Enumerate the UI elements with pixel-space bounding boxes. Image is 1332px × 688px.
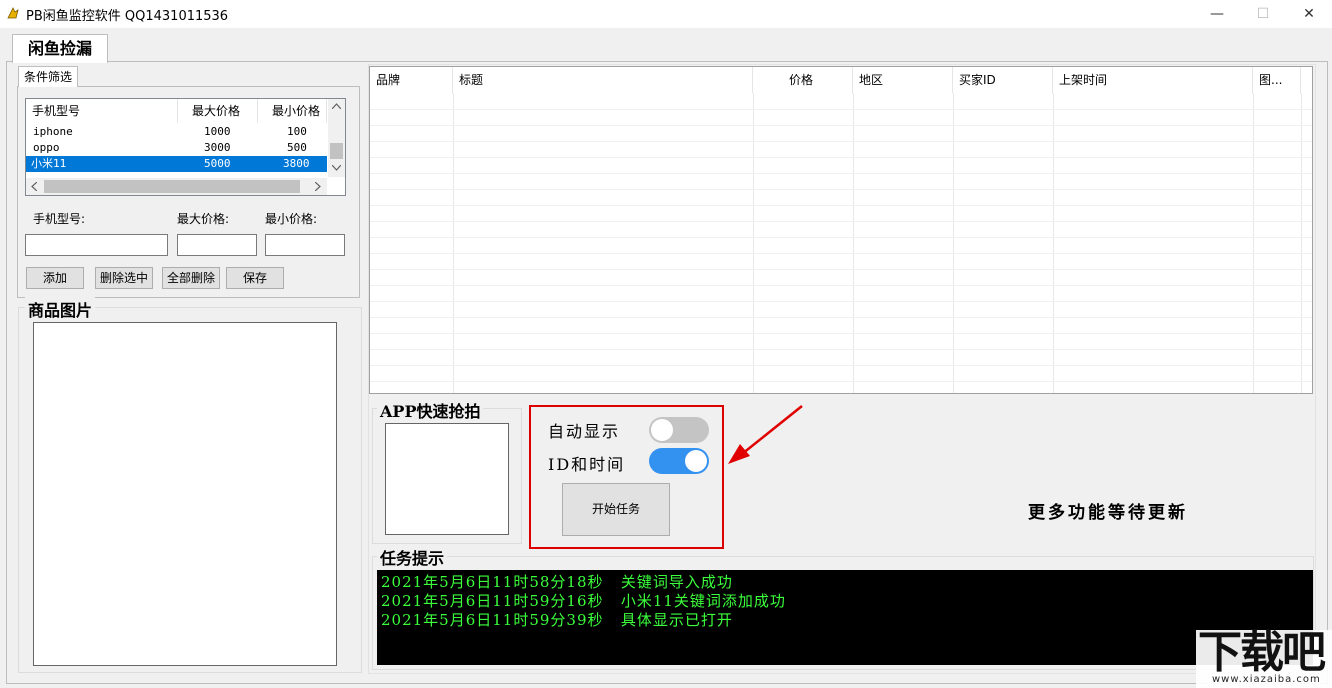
grid-row-line [370, 269, 1312, 270]
app-quick-title: APP快速抢拍 [377, 398, 484, 422]
maximize-button[interactable]: ☐ [1240, 0, 1286, 28]
product-image-box [33, 322, 337, 666]
grid-row-line [370, 157, 1312, 158]
close-button[interactable]: ✕ [1286, 0, 1332, 28]
grid-row-line [370, 109, 1312, 110]
grid-row-line [370, 189, 1312, 190]
results-table[interactable]: 品牌 标题 价格 地区 买家ID 上架时间 图... [369, 66, 1313, 394]
grid-column-line [753, 93, 754, 393]
watermark-url: www.xiazaiba.com [1212, 674, 1321, 685]
scroll-right-icon[interactable] [315, 182, 321, 191]
task-log: 2021年5月6日11时58分18秒 关键词导入成功 2021年5月6日11时5… [377, 570, 1313, 665]
grid-row-line [370, 381, 1312, 382]
list-header-model[interactable]: 手机型号 [26, 99, 178, 123]
list-cell-max: 3000 [204, 141, 231, 154]
list-cell-max: 5000 [204, 157, 231, 170]
max-price-label: 最大价格: [177, 212, 230, 226]
scroll-left-icon[interactable] [31, 182, 37, 191]
column-header-brand[interactable]: 品牌 [370, 67, 453, 93]
start-task-button[interactable]: 开始任务 [562, 483, 670, 536]
max-price-input[interactable] [177, 234, 257, 256]
grid-row-line [370, 317, 1312, 318]
grid-row-line [370, 205, 1312, 206]
grid-column-line [853, 93, 854, 393]
list-item[interactable]: oppo 3000 500 [26, 140, 327, 156]
toggle-knob [685, 450, 707, 472]
more-features-text: 更多功能等待更新 [1028, 503, 1188, 523]
horizontal-scroll-thumb[interactable] [44, 180, 300, 193]
log-line: 2021年5月6日11时59分16秒 小米11关键词添加成功 [381, 592, 786, 610]
list-cell-model: 小米11 [31, 157, 67, 170]
grid-column-line [1301, 93, 1302, 393]
list-cell-model: iphone [33, 125, 73, 138]
vertical-scroll-thumb[interactable] [330, 143, 343, 159]
column-header-image[interactable]: 图... [1253, 67, 1301, 93]
list-header-max[interactable]: 最大价格 [178, 99, 258, 123]
auto-display-toggle[interactable] [649, 417, 709, 443]
grid-row-line [370, 125, 1312, 126]
grid-row-line [370, 349, 1312, 350]
grid-row-line [370, 285, 1312, 286]
tab-xianyu[interactable]: 闲鱼捡漏 [12, 34, 108, 63]
product-image-title: 商品图片 [25, 297, 96, 321]
grid-row-line [370, 333, 1312, 334]
list-cell-min: 3800 [283, 157, 310, 170]
list-header-min[interactable]: 最小价格 [258, 99, 327, 123]
grid-row-line [370, 237, 1312, 238]
minimize-button[interactable]: — [1194, 0, 1240, 28]
auto-display-label: 自动显示 [548, 422, 621, 441]
column-header-region[interactable]: 地区 [853, 67, 953, 93]
delete-selected-button[interactable]: 删除选中 [95, 267, 153, 289]
list-cell-min: 500 [287, 141, 307, 154]
column-header-list-time[interactable]: 上架时间 [1053, 67, 1253, 93]
vertical-scrollbar[interactable] [328, 99, 345, 177]
grid-column-line [453, 93, 454, 393]
grid-column-line [1253, 93, 1254, 393]
app-icon [7, 7, 19, 19]
id-time-label: ID和时间 [548, 455, 626, 474]
model-label: 手机型号: [33, 212, 86, 226]
column-header-price[interactable]: 价格 [753, 67, 853, 93]
column-header-buyer-id[interactable]: 买家ID [953, 67, 1053, 93]
app-quick-box [385, 423, 509, 535]
toggle-knob [651, 419, 673, 441]
min-price-label: 最小价格: [265, 212, 318, 226]
tab-filter[interactable]: 条件筛选 [18, 66, 78, 87]
scroll-down-icon[interactable] [332, 165, 341, 171]
grid-row-line [370, 173, 1312, 174]
list-item-selected[interactable]: 小米11 5000 3800 [26, 156, 327, 172]
grid-row-line [370, 253, 1312, 254]
column-header-title[interactable]: 标题 [453, 67, 753, 93]
log-line: 2021年5月6日11时59分39秒 具体显示已打开 [381, 611, 733, 629]
scroll-up-icon[interactable] [332, 103, 341, 109]
grid-column-line [1053, 93, 1054, 393]
horizontal-scrollbar[interactable] [26, 178, 327, 195]
watermark-logo: 下载吧 [1198, 627, 1326, 678]
red-arrow-icon [728, 405, 803, 464]
grid-row-line [370, 365, 1312, 366]
add-button[interactable]: 添加 [26, 267, 84, 289]
grid-column-line [953, 93, 954, 393]
list-cell-max: 1000 [204, 125, 231, 138]
window-title: PB闲鱼监控软件 QQ1431011536 [26, 9, 229, 24]
grid-row-line [370, 141, 1312, 142]
list-cell-model: oppo [33, 141, 60, 154]
model-input[interactable] [25, 234, 168, 256]
id-time-toggle[interactable] [649, 448, 709, 474]
min-price-input[interactable] [265, 234, 345, 256]
phone-model-list[interactable]: 手机型号 最大价格 最小价格 iphone 1000 100 oppo 3000… [25, 98, 346, 196]
save-button[interactable]: 保存 [226, 267, 284, 289]
list-cell-min: 100 [287, 125, 307, 138]
log-line: 2021年5月6日11时58分18秒 关键词导入成功 [381, 573, 733, 591]
grid-row-line [370, 301, 1312, 302]
grid-row-line [370, 221, 1312, 222]
list-item[interactable]: iphone 1000 100 [26, 124, 327, 140]
task-log-title: 任务提示 [377, 545, 448, 569]
delete-all-button[interactable]: 全部删除 [162, 267, 220, 289]
